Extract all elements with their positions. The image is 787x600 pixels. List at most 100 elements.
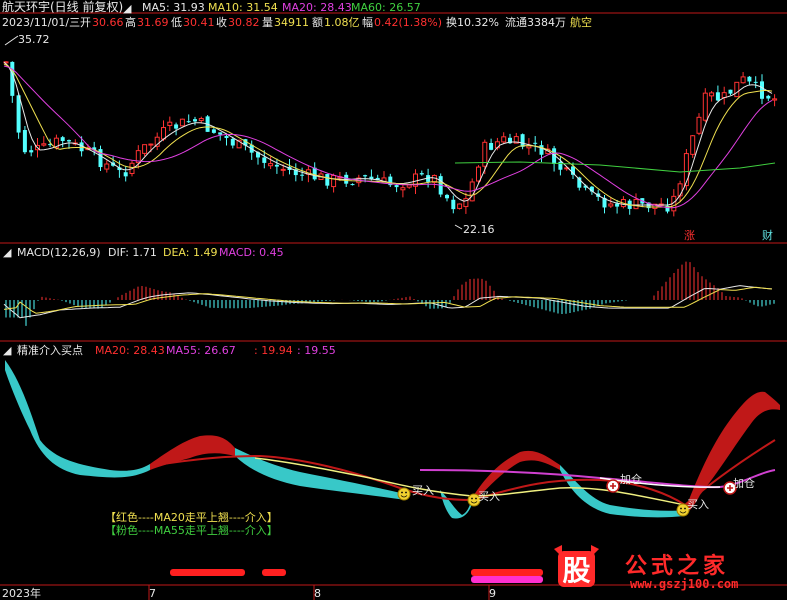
dropdown-triangle-icon[interactable]: ◢ (123, 2, 131, 15)
amount-value: 1.08亿 (324, 16, 360, 29)
ma5-label: MA5: 31.93 (142, 1, 205, 14)
candle-body (615, 203, 620, 207)
candle-body (476, 166, 481, 182)
candle-body (715, 92, 720, 101)
candle-body (489, 142, 494, 150)
volume-label: 量 (262, 16, 273, 29)
indicator-v2: : 19.55 (297, 344, 336, 357)
buy-smiley-icon-1 (397, 487, 411, 501)
candle-body (230, 138, 235, 146)
low-value: 30.41 (183, 16, 215, 29)
macd-collapse-icon[interactable]: ◢ (3, 246, 11, 259)
candle-body (451, 199, 456, 210)
macd-dif-line (3, 285, 773, 319)
change-value: 0.42(1.38%) (374, 16, 443, 29)
candle-body (193, 119, 197, 122)
candle-body (300, 174, 305, 176)
sector-name[interactable]: 航空 (570, 16, 592, 29)
signal-bar-red-3 (471, 569, 543, 576)
ma60-label: MA60: 26.57 (351, 1, 421, 14)
candle-body (702, 92, 708, 121)
high-label: 高 (125, 16, 136, 29)
candle-body (363, 175, 368, 177)
candle-body (690, 135, 696, 155)
close-value: 30.82 (228, 16, 260, 29)
signal-bar-pink-1 (471, 576, 543, 583)
turnover-value: 换10.32% (446, 16, 499, 29)
candle-body (224, 136, 229, 139)
candle-body (608, 203, 614, 207)
tag-cai[interactable]: 财 (762, 229, 773, 242)
macd-dif: DIF: 1.71 (108, 246, 157, 259)
tag-zhang[interactable]: 涨 (684, 229, 695, 242)
candle-body (268, 163, 274, 167)
signal-buy-3: 买入 (687, 498, 709, 511)
candle-body (60, 137, 65, 142)
candle-body (419, 173, 424, 175)
candle-body (520, 134, 525, 147)
candle-body (148, 143, 154, 146)
amount-label: 额 (312, 16, 323, 29)
candle-body (740, 76, 746, 84)
candle-body (179, 118, 185, 127)
ma10-label: MA10: 31.54 (208, 1, 278, 14)
stock-chart-canvas[interactable] (0, 0, 787, 600)
axis-year: 2023年 (2, 587, 41, 600)
candle-body (41, 143, 47, 146)
candle-body (394, 185, 399, 188)
candle-body (633, 198, 639, 210)
candle-body (280, 168, 286, 171)
max-price-label: 35.72 (18, 33, 50, 46)
candle-body (709, 92, 715, 97)
indicator-collapse-icon[interactable]: ◢ (3, 344, 11, 357)
high-value: 31.69 (137, 16, 169, 29)
candle-body (16, 95, 21, 133)
buy-smiley-icon-3-eye-left (680, 507, 682, 510)
open-value: 30.66 (92, 16, 124, 29)
signal-add-1: 加仓 (620, 473, 642, 486)
site-watermark-url: www.gszj100.com (630, 577, 739, 591)
indicator-title: 精准介入买点 (17, 344, 83, 357)
macd-dea-line (3, 286, 773, 314)
candle-body (142, 144, 148, 154)
open-label: 开 (80, 16, 91, 29)
candle-body (728, 89, 733, 94)
candle-body (772, 98, 778, 101)
signal-bar-red-1 (170, 569, 245, 576)
candle-body (67, 140, 71, 142)
candle-body (167, 121, 173, 126)
candle-body (463, 198, 469, 208)
stock-title: 航天环宇(日线 前复权) (2, 0, 124, 14)
signal-buy-1: 买入 (412, 484, 434, 497)
close-label: 收 (216, 16, 227, 29)
indicator-cyan-band-1 (5, 360, 150, 478)
candle-body (445, 194, 449, 199)
ma60-line (454, 161, 776, 173)
legend-red: 【红色----MA20走平上翘----介入】 (105, 511, 278, 524)
candle-body (262, 157, 267, 163)
signal-buy-2: 买入 (478, 490, 500, 503)
candle-body (501, 136, 507, 143)
min-price-pointer (454, 224, 463, 230)
ma10-line (3, 63, 773, 208)
candle-body (274, 164, 279, 167)
axis-month-8: 8 (314, 587, 321, 600)
quote-date: 2023/11/01/三 (2, 16, 81, 29)
buy-smiley-icon-2-eye-left (471, 497, 473, 500)
candle-body (753, 81, 758, 83)
candle-body (325, 174, 330, 186)
candle-body (331, 174, 337, 188)
candle-body (161, 127, 166, 140)
min-price-label: 22.16 (463, 223, 495, 236)
indicator-ma55-line (419, 469, 776, 489)
candle-body (22, 130, 27, 153)
candle-body (533, 142, 538, 144)
volume-value: 34911 (274, 16, 309, 29)
macd-value: MACD: 0.45 (219, 246, 284, 259)
candle-body (734, 81, 740, 98)
candle-body (350, 184, 355, 186)
legend-pink: 【粉色----MA55走平上翘----介入】 (105, 524, 278, 537)
buy-smiley-icon-2-eye-right (475, 497, 477, 500)
candle-body (104, 163, 110, 170)
svg-text:股: 股 (562, 554, 590, 587)
